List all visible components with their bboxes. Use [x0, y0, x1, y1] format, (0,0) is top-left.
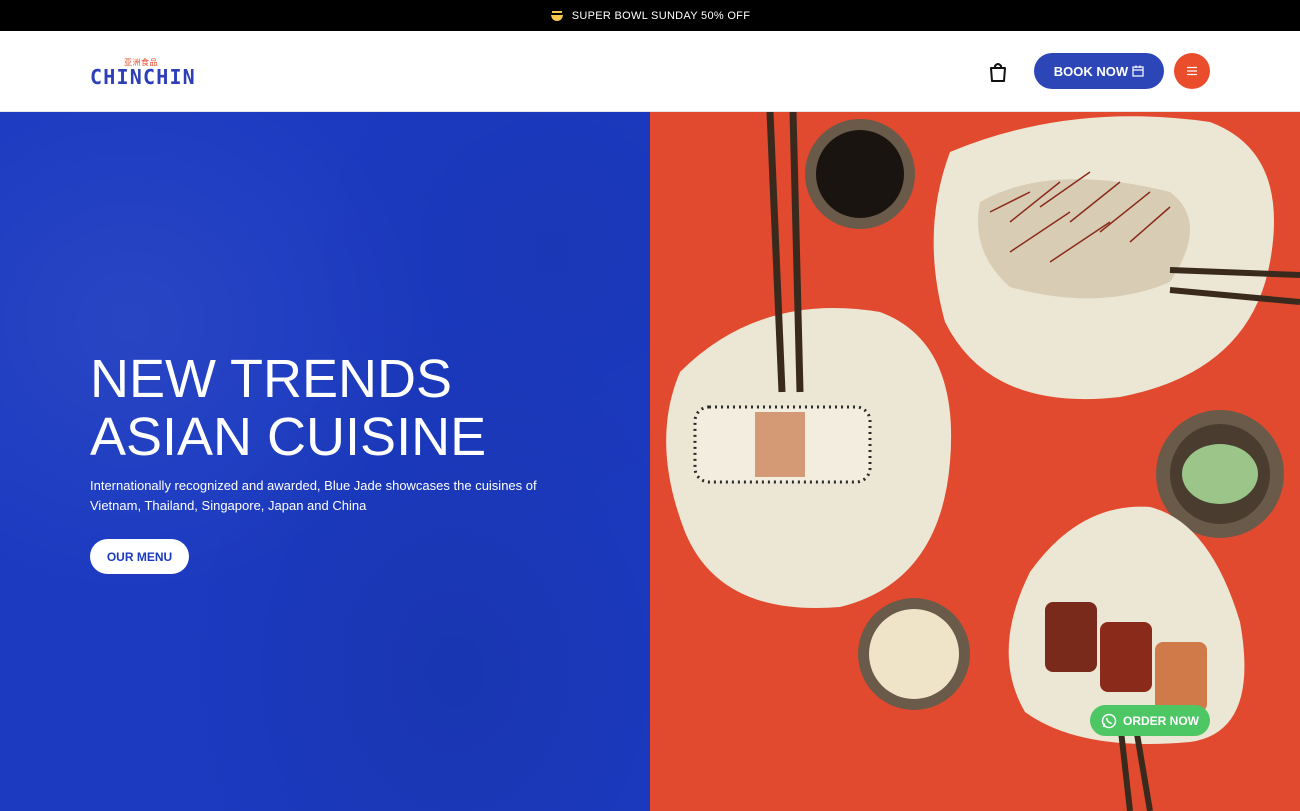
order-now-label: ORDER NOW	[1123, 713, 1199, 728]
sushi-piece	[1045, 602, 1097, 672]
announcement-bar: SUPER BOWL SUNDAY 50% OFF	[0, 0, 1300, 31]
order-now-button[interactable]: ORDER NOW	[1090, 705, 1210, 736]
calendar-icon	[1132, 65, 1144, 77]
whatsapp-icon	[1101, 713, 1117, 728]
hero-title: NEW TRENDS ASIAN CUISINE	[90, 350, 570, 466]
hero-title-line2: ASIAN CUISINE	[90, 407, 487, 467]
hero-description: Internationally recognized and awarded, …	[90, 478, 537, 513]
our-menu-label: OUR MENU	[106, 549, 173, 564]
hero-title-line1: NEW TRENDS	[90, 349, 453, 409]
logo[interactable]: 亚洲食品 CHINCHIN	[90, 57, 195, 89]
hero-text-panel: NEW TRENDS ASIAN CUISINE Internationally…	[0, 112, 650, 811]
shopping-bag-icon[interactable]	[987, 61, 1009, 83]
site-header: 亚洲食品 CHINCHIN BOOK NOW	[0, 31, 1300, 112]
announcement-text: SUPER BOWL SUNDAY 50% OFF	[571, 9, 751, 22]
book-now-label: BOOK NOW	[1053, 63, 1129, 79]
sushi-piece	[1155, 642, 1207, 712]
book-now-button[interactable]: BOOK NOW	[1034, 53, 1164, 89]
hamburger-icon	[1187, 66, 1197, 76]
hero-food-image	[650, 112, 1300, 811]
sushi-plates-illustration	[666, 112, 1300, 811]
logo-text: CHINCHIN	[90, 65, 196, 89]
our-menu-button[interactable]: OUR MENU	[90, 539, 189, 574]
bowl-icon	[550, 10, 563, 21]
menu-button[interactable]	[1174, 53, 1210, 89]
sushi-piece	[1100, 622, 1152, 692]
